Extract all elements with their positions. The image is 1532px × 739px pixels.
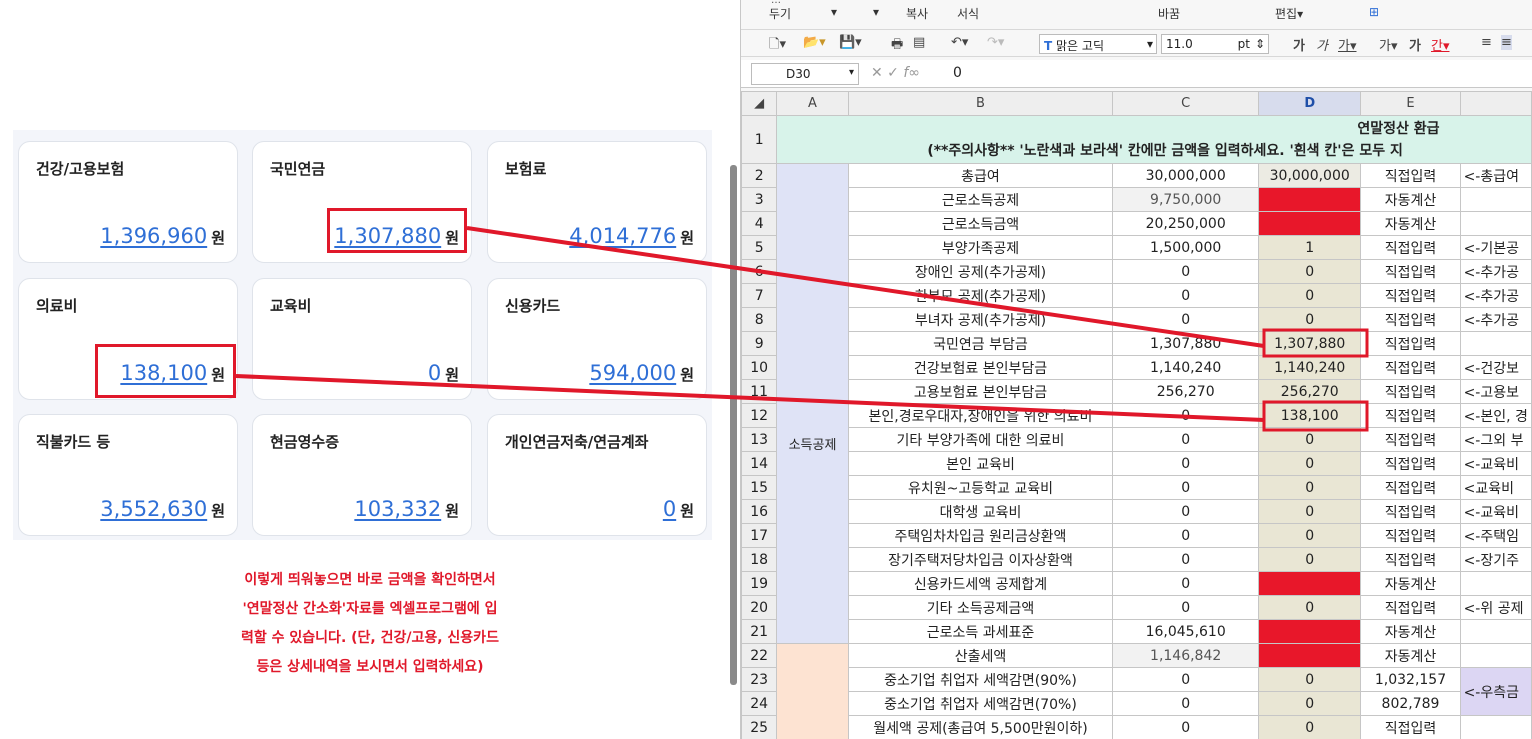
pension-connector-line — [466, 226, 1265, 348]
highlight-medical-cell — [1262, 400, 1369, 432]
medical-connector-line — [235, 374, 1265, 422]
highlight-pension-cell — [1262, 328, 1369, 358]
connector-overlay — [235, 226, 1369, 432]
screenshot-root: 건강/고용보험 1,396,960 원 국민연금 1,307,880 원 보험료 4,014,… — [0, 0, 1532, 739]
